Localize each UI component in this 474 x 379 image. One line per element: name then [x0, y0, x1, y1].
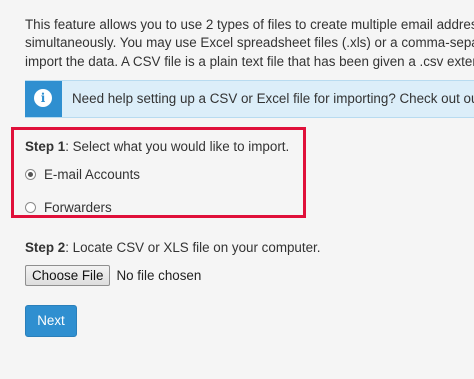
radio-email-accounts[interactable] [25, 168, 36, 180]
choose-file-button[interactable]: Choose File [25, 265, 111, 286]
next-button[interactable]: Next [25, 305, 77, 337]
no-file-chosen-text: No file chosen [116, 268, 202, 283]
step2-text: : Locate CSV or XLS file on your compute… [65, 240, 321, 255]
step2-label: Step 2 [25, 240, 66, 255]
import-page: This feature allows you to use 2 types o… [0, 0, 474, 379]
info-callout: i Need help setting up a CSV or Excel fi… [25, 80, 474, 118]
intro-paragraph: This feature allows you to use 2 types o… [25, 16, 474, 71]
radio-email-accounts-label[interactable]: E-mail Accounts [44, 167, 140, 182]
radio-email-accounts-row[interactable]: E-mail Accounts [25, 164, 140, 184]
info-icon-container: i [25, 81, 62, 117]
intro-line-3: import the data. A CSV file is a plain t… [25, 53, 474, 69]
radio-forwarders-label[interactable]: Forwarders [44, 200, 112, 215]
radio-forwarders-row[interactable]: Forwarders [25, 197, 112, 217]
step1-title: Step 1: Select what you would like to im… [25, 139, 289, 154]
radio-forwarders[interactable] [25, 201, 36, 213]
intro-line-1: This feature allows you to use 2 types o… [25, 17, 474, 32]
step1-text: : Select what you would like to import. [65, 139, 290, 154]
step1-highlight-box: Step 1: Select what you would like to im… [11, 127, 306, 218]
intro-line-2: simultaneously. You may use Excel spread… [25, 35, 474, 51]
step2-title: Step 2: Locate CSV or XLS file on your c… [25, 240, 321, 255]
file-input-row: Choose File No file chosen [25, 265, 201, 286]
step1-label: Step 1 [25, 139, 66, 154]
info-text: Need help setting up a CSV or Excel file… [72, 91, 474, 106]
info-icon: i [34, 89, 52, 107]
